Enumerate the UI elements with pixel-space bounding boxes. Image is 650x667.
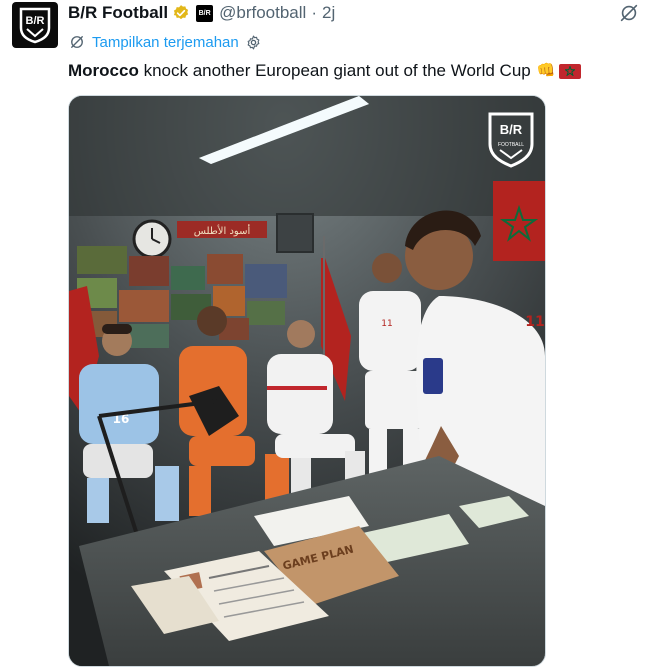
- affiliate-badge-icon[interactable]: B/R: [196, 4, 214, 22]
- grok-menu-icon[interactable]: [618, 2, 640, 24]
- br-shield-icon: B/R: [19, 7, 51, 44]
- tweet-text-body: knock another European giant out of the …: [138, 61, 531, 80]
- morocco-flag-icon: [559, 63, 582, 79]
- tweet-text-bold: Morocco: [68, 61, 139, 80]
- logo-text-bottom: FOOTBALL: [498, 142, 524, 148]
- morocco-flag-right: [493, 181, 545, 261]
- tweet-media-image[interactable]: أسود الأطلس 16 11 11 GAME PLAN B/R FOOTB…: [68, 95, 546, 667]
- gear-icon[interactable]: [245, 34, 262, 51]
- tweet-header: B/R Football B/R @brfootball · 2j: [68, 2, 335, 24]
- fist-emoji: 👊: [536, 62, 556, 79]
- tweet-text: Morocco knock another European giant out…: [68, 60, 582, 82]
- separator: ·: [311, 3, 317, 22]
- world-cup-patch: [423, 358, 443, 394]
- foreground-jersey-number: 11: [525, 314, 544, 330]
- svg-text:B/R: B/R: [26, 15, 45, 27]
- arabic-banner-text: أسود الأطلس: [194, 224, 251, 237]
- show-translation-link[interactable]: Tampilkan terjemahan: [92, 34, 239, 51]
- wall-vent: [276, 213, 314, 253]
- avatar[interactable]: B/R: [12, 2, 58, 48]
- display-name[interactable]: B/R Football: [68, 3, 168, 23]
- translate-icon: [71, 36, 83, 48]
- timestamp[interactable]: 2j: [322, 3, 335, 23]
- standing-jersey-number: 11: [381, 319, 392, 329]
- handle[interactable]: @brfootball: [219, 3, 306, 23]
- translate-row: Tampilkan terjemahan: [68, 32, 262, 52]
- verified-badge-icon[interactable]: [172, 4, 190, 22]
- locker-room-illustration: أسود الأطلس 16 11 11 GAME PLAN B/R FOOTB…: [69, 96, 545, 666]
- logo-text-top: B/R: [500, 122, 523, 137]
- ceiling: [69, 96, 545, 216]
